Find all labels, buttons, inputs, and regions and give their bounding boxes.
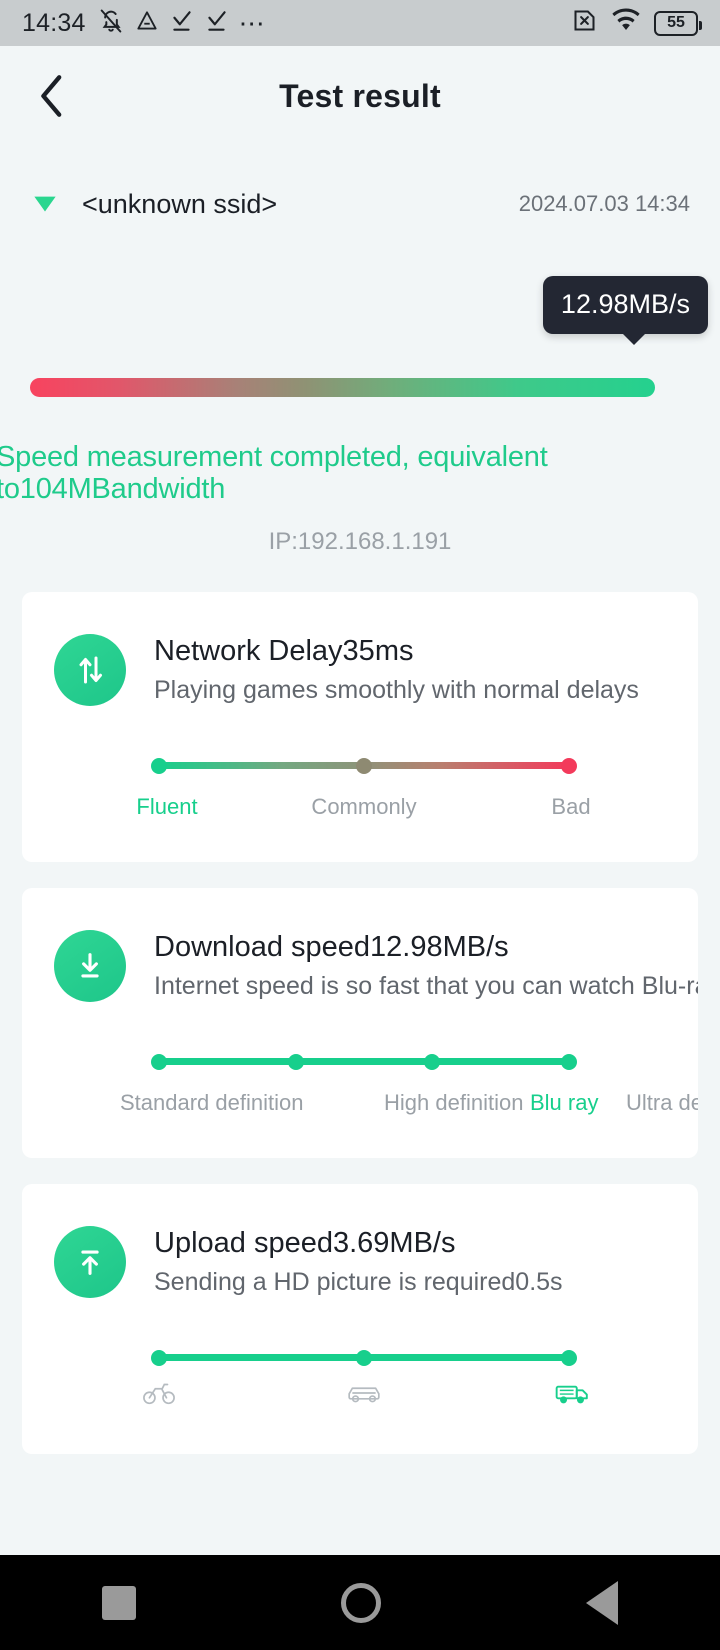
back-button[interactable] <box>26 70 78 122</box>
download-scale <box>22 1053 698 1070</box>
page-title: Test result <box>279 77 441 114</box>
delay-scale-labels: Fluent Commonly Bad <box>22 794 698 828</box>
test-timestamp: 2024.07.03 14:34 <box>518 191 690 216</box>
card-subtitle: Internet speed is so fast that you can w… <box>154 971 698 1000</box>
scale-track <box>151 757 577 774</box>
wifi-icon <box>611 7 641 39</box>
delay-scale <box>22 757 698 774</box>
card-text-block: Download speed12.98MB/s Internet speed i… <box>154 930 698 1001</box>
more-dots-icon: ⋯ <box>238 8 267 38</box>
scale-dot <box>561 1349 577 1366</box>
result-summary-text: Speed measurement completed, equivalent … <box>0 441 548 505</box>
scale-track <box>151 1053 577 1070</box>
card-upload-speed[interactable]: Upload speed3.69MB/s Sending a HD pictur… <box>22 1183 698 1454</box>
status-bar-right: 55 <box>571 7 702 39</box>
triangle-drive-icon <box>134 8 160 39</box>
home-circle-icon[interactable] <box>340 1582 381 1623</box>
upload-scale <box>22 1349 698 1366</box>
status-time: 14:34 <box>22 8 86 37</box>
card-subtitle: Sending a HD picture is required0.5s <box>154 1267 563 1296</box>
card-subtitle: Playing games smoothly with normal delay… <box>154 675 639 704</box>
scale-track <box>151 1349 577 1366</box>
scale-dot <box>151 1053 167 1070</box>
scale-dot <box>424 1053 441 1070</box>
check-download-icon <box>204 8 230 39</box>
check-download-icon <box>169 8 195 39</box>
scale-dot <box>151 1349 167 1366</box>
card-title: Upload speed3.69MB/s <box>154 1226 456 1259</box>
battery-level: 55 <box>667 14 685 31</box>
card-title: Download speed12.98MB/s <box>154 930 509 963</box>
sim-disabled-icon <box>571 7 598 39</box>
system-navigation-bar <box>0 1555 720 1650</box>
title-bar: Test result <box>0 46 720 146</box>
scale-dot <box>561 1053 577 1070</box>
card-text-block: Upload speed3.69MB/s Sending a HD pictur… <box>154 1227 563 1297</box>
speed-tooltip: 12.98MB/s <box>542 276 708 345</box>
scale-label-blu-ray: Blu ray <box>530 1089 599 1115</box>
card-header: Network Delay35ms Playing games smoothly… <box>22 633 698 706</box>
card-title: Network Delay35ms <box>154 634 414 667</box>
status-bar: 14:34 ⋯ 55 <box>0 0 720 46</box>
back-triangle-icon[interactable] <box>585 1580 618 1625</box>
card-network-delay[interactable]: Network Delay35ms Playing games smoothly… <box>22 591 698 862</box>
truck-icon <box>554 1380 590 1411</box>
status-bar-left: 14:34 ⋯ <box>22 7 571 40</box>
network-delay-icon <box>54 633 126 706</box>
scale-dot <box>287 1053 304 1070</box>
upload-icon <box>54 1225 126 1298</box>
wifi-signal-icon <box>30 189 60 220</box>
network-info-row: <unknown ssid> 2024.07.03 14:34 <box>0 168 720 240</box>
card-header: Download speed12.98MB/s Internet speed i… <box>22 929 698 1002</box>
mute-bell-icon <box>97 7 125 40</box>
ssid-label: <unknown ssid> <box>82 188 278 219</box>
ip-address-label: IP:192.168.1.191 <box>268 527 452 555</box>
download-scale-labels: Standard definition High definition Blu … <box>22 1090 698 1124</box>
scale-label-bad: Bad <box>551 793 591 819</box>
speed-bar-area: 12.98MB/s <box>0 266 720 416</box>
overall-speed-bar <box>30 378 655 397</box>
scale-label-ultra-definition: Ultra defi <box>626 1089 698 1115</box>
card-text-block: Network Delay35ms Playing games smoothly… <box>154 635 639 705</box>
scale-label-high-definition: High definition <box>384 1089 524 1115</box>
scale-dot <box>356 757 372 774</box>
scale-label-fluent: Fluent <box>136 793 198 819</box>
car-icon <box>346 1380 382 1411</box>
app-screen: 14:34 ⋯ 55 Test result <unknown ssid> 20… <box>0 0 720 1650</box>
upload-scale-icons <box>22 1380 698 1420</box>
scale-label-commonly: Commonly <box>311 793 417 819</box>
scale-dot <box>356 1349 372 1366</box>
battery-icon: 55 <box>654 10 702 36</box>
result-cards: Network Delay35ms Playing games smoothly… <box>0 591 720 1454</box>
recents-square-icon[interactable] <box>102 1585 137 1620</box>
card-download-speed[interactable]: Download speed12.98MB/s Internet speed i… <box>22 887 698 1158</box>
card-header: Upload speed3.69MB/s Sending a HD pictur… <box>22 1225 698 1298</box>
scale-label-standard-definition: Standard definition <box>120 1089 304 1115</box>
ssid-group: <unknown ssid> <box>30 189 519 220</box>
scale-dot <box>561 757 577 774</box>
download-icon <box>54 929 126 1002</box>
bicycle-icon <box>142 1380 176 1411</box>
scale-dot <box>151 757 167 774</box>
